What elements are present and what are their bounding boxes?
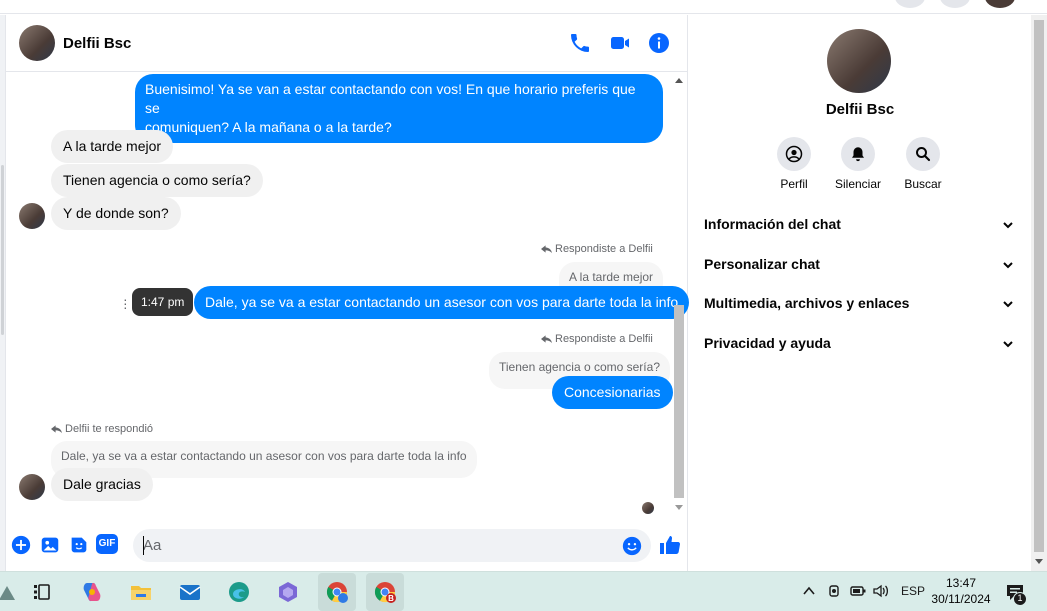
- chat-info-panel: Delfii Bsc Perfil Silenciar Buscar Infor…: [689, 15, 1031, 571]
- video-camera-icon[interactable]: [608, 31, 632, 55]
- reply-arrow-icon: [541, 335, 552, 344]
- language-indicator[interactable]: ESP: [901, 584, 925, 598]
- chevron-down-icon: [1003, 341, 1013, 348]
- scroll-thumb[interactable]: [674, 305, 684, 498]
- teams-icon[interactable]: [275, 580, 301, 604]
- emoji-icon[interactable]: [621, 535, 643, 557]
- message-scrollbar[interactable]: [673, 75, 685, 515]
- task-view-icon[interactable]: [28, 580, 54, 604]
- message-bubble-incoming[interactable]: Tienen agencia o como sería?: [51, 164, 263, 197]
- bell-icon: [852, 147, 864, 162]
- contact-name[interactable]: Delfii Bsc: [63, 35, 131, 52]
- page-scroll-thumb[interactable]: [1034, 20, 1044, 552]
- chevron-down-icon: [1003, 301, 1013, 308]
- section-label: Privacidad y ayuda: [704, 335, 831, 351]
- contact-avatar[interactable]: [19, 25, 55, 61]
- section-media-files-links[interactable]: Multimedia, archivos y enlaces: [704, 295, 1016, 319]
- message-list: Buenisimo! Ya se van a estar contactando…: [6, 73, 690, 523]
- text-caret: [143, 536, 144, 555]
- section-chat-info[interactable]: Información del chat: [704, 216, 1016, 240]
- app-window: Delfii Bsc Buenisimo! Ya se van a estar …: [0, 0, 1047, 611]
- reply-note-text: Respondiste a Delfii: [555, 333, 653, 345]
- section-label: Información del chat: [704, 216, 841, 232]
- like-icon[interactable]: [658, 533, 682, 557]
- section-label: Multimedia, archivos y enlaces: [704, 295, 910, 311]
- gif-icon[interactable]: GIF: [96, 534, 118, 554]
- reply-arrow-icon: [541, 245, 552, 254]
- clock-date: 30/11/2024: [931, 592, 991, 606]
- profile-name: Delfii Bsc: [825, 101, 895, 118]
- message-bubble-incoming[interactable]: Dale gracias: [51, 468, 153, 501]
- more-options-icon[interactable]: · · ·: [123, 292, 128, 314]
- reply-note: Respondiste a Delfii: [541, 243, 653, 255]
- profile-action-label: Perfil: [780, 177, 808, 191]
- reply-note: Respondiste a Delfii: [541, 333, 653, 345]
- plus-icon[interactable]: [10, 534, 32, 556]
- mute-action-label: Silenciar: [834, 177, 882, 191]
- message-bubble-outgoing[interactable]: Dale, ya se va a estar contactando un as…: [194, 286, 690, 319]
- message-input-field[interactable]: [133, 529, 651, 562]
- page-scroll-down-arrow[interactable]: [1035, 559, 1043, 564]
- section-privacy-help[interactable]: Privacidad y ayuda: [704, 335, 1016, 359]
- menu-button[interactable]: [895, 0, 925, 8]
- file-explorer-icon[interactable]: [128, 580, 154, 604]
- section-label: Personalizar chat: [704, 256, 820, 272]
- battery-icon[interactable]: [849, 583, 867, 599]
- image-icon[interactable]: [39, 534, 61, 556]
- page-scrollbar[interactable]: [1031, 15, 1047, 571]
- account-avatar[interactable]: [985, 0, 1015, 8]
- message-bubble-incoming[interactable]: A la tarde mejor: [51, 130, 174, 163]
- reply-note-text: Delfii te respondió: [65, 423, 154, 435]
- search-action-label: Buscar: [904, 177, 942, 191]
- seen-indicator-avatar: [642, 502, 654, 514]
- section-customize-chat[interactable]: Personalizar chat: [704, 256, 1016, 280]
- message-bubble-outgoing[interactable]: Concesionarias: [552, 376, 673, 409]
- message-input[interactable]: [143, 535, 613, 556]
- meet-now-icon[interactable]: [826, 583, 842, 599]
- profile-action[interactable]: Perfil: [759, 137, 829, 191]
- composer: GIF: [6, 523, 688, 571]
- chevron-down-icon: [1003, 222, 1013, 229]
- mute-action[interactable]: Silenciar: [823, 137, 893, 191]
- search-action[interactable]: Buscar: [888, 137, 958, 191]
- notifications-button[interactable]: [940, 0, 970, 8]
- volume-icon[interactable]: [872, 583, 890, 599]
- chrome-icon[interactable]: [324, 580, 350, 604]
- chat-header: Delfii Bsc: [6, 15, 688, 72]
- chevron-down-icon: [1003, 262, 1013, 269]
- search-icon: [916, 147, 931, 162]
- time-tooltip: 1:47 pm: [132, 288, 194, 316]
- mail-icon[interactable]: [177, 580, 203, 604]
- top-bar: [0, 0, 1047, 14]
- contact-avatar-small: [19, 474, 45, 500]
- info-icon[interactable]: [647, 31, 671, 55]
- chat-panel: Delfii Bsc Buenisimo! Ya se van a estar …: [6, 15, 690, 571]
- message-text: Buenisimo! Ya se van a estar contactando…: [145, 81, 636, 116]
- reply-note-text: Respondiste a Delfii: [555, 243, 653, 255]
- edge-icon[interactable]: [226, 580, 252, 604]
- phone-icon[interactable]: [568, 31, 592, 55]
- message-text: comuniquen? A la mañana o a la tarde?: [145, 119, 392, 135]
- profile-icon: [785, 145, 803, 163]
- partial-icon[interactable]: [0, 580, 20, 604]
- chrome-profile-badge: B: [388, 594, 394, 603]
- contact-avatar-small: [19, 203, 45, 229]
- notification-count-badge: 1: [1013, 592, 1027, 606]
- profile-avatar-large[interactable]: [827, 29, 891, 93]
- scroll-down-arrow[interactable]: [675, 505, 683, 510]
- clock[interactable]: 13:47 30/11/2024: [925, 575, 997, 607]
- message-bubble-incoming[interactable]: Y de donde son?: [51, 197, 181, 230]
- reply-arrow-icon: [51, 425, 62, 434]
- sticker-icon[interactable]: [68, 534, 90, 556]
- copilot-icon[interactable]: [79, 580, 105, 604]
- message-bubble-outgoing[interactable]: Buenisimo! Ya se van a estar contactando…: [135, 74, 663, 143]
- chevron-up-icon[interactable]: [803, 586, 815, 596]
- left-scroll-indicator: [1, 165, 4, 335]
- reply-note: Delfii te respondió: [51, 423, 153, 435]
- windows-taskbar: B ESP 13:47 30/11/2024 1: [0, 571, 1047, 611]
- clock-time: 13:47: [945, 576, 977, 590]
- scroll-up-arrow[interactable]: [675, 78, 683, 83]
